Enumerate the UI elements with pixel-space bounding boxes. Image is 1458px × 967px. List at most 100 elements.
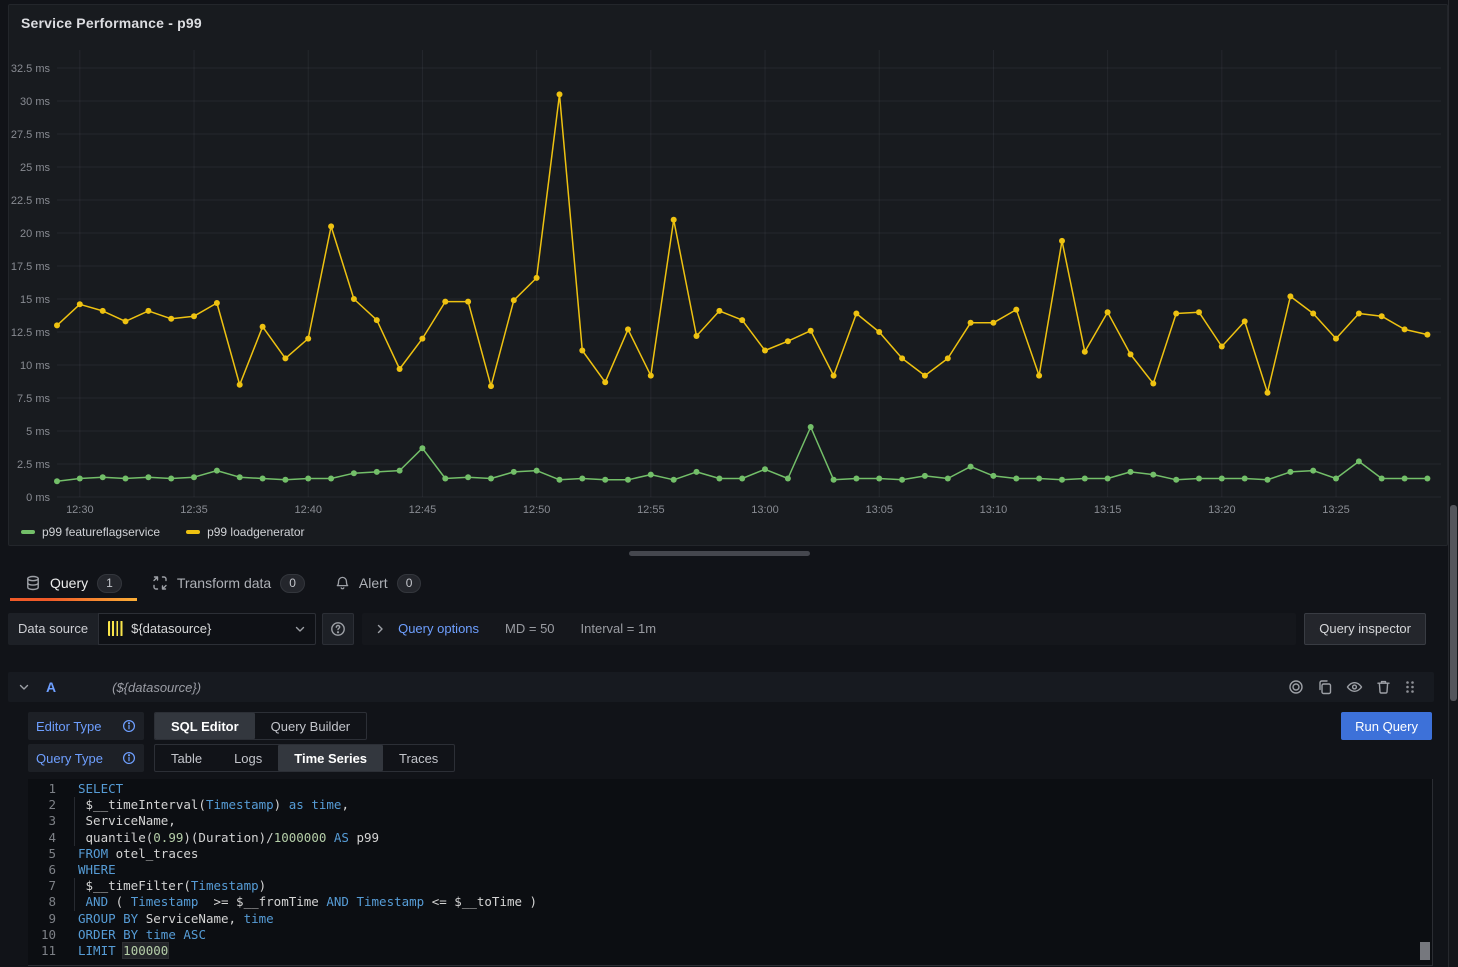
- datasource-value: ${datasource}: [131, 621, 286, 636]
- line-number: 11: [28, 943, 56, 959]
- editor-type-query-builder[interactable]: Query Builder: [255, 713, 366, 739]
- panel-resize-handle[interactable]: [629, 551, 810, 556]
- svg-text:12:50: 12:50: [523, 504, 551, 516]
- query-datasource-hint: (${datasource}): [112, 680, 201, 695]
- page-scrollbar[interactable]: [1448, 0, 1458, 967]
- line-number: 10: [28, 927, 56, 943]
- editor-type-label-chip: Editor Type: [28, 712, 144, 740]
- query-options-toggle[interactable]: Query options: [398, 621, 479, 636]
- svg-text:13:00: 13:00: [751, 504, 779, 516]
- datasource-picker[interactable]: ${datasource}: [98, 613, 316, 645]
- panel-header[interactable]: Service Performance - p99: [9, 5, 1447, 41]
- line-number: 4: [28, 830, 56, 846]
- grafana-panel-edit-page: Service Performance - p99 0 ms2.5 ms5 ms…: [0, 0, 1458, 967]
- code-line: 2 $__timeInterval(Timestamp) as time,: [28, 797, 1432, 813]
- svg-text:2.5 ms: 2.5 ms: [17, 459, 51, 471]
- chart-legend: p99 featureflagservice p99 loadgenerator: [21, 521, 305, 543]
- query-stats-icon[interactable]: [1288, 679, 1304, 695]
- code-line: 10ORDER BY time ASC: [28, 927, 1432, 943]
- query-options-bar[interactable]: Query options MD = 50 Interval = 1m: [362, 613, 1296, 645]
- query-type-traces[interactable]: Traces: [383, 745, 454, 771]
- tab-label: Transform data: [177, 575, 271, 591]
- tab-alert[interactable]: Alert 0: [320, 565, 436, 601]
- query-type-group: Table Logs Time Series Traces: [154, 744, 455, 772]
- tab-query[interactable]: Query 1: [10, 565, 137, 601]
- query-ref-id: A: [46, 679, 56, 695]
- code-line-text: WHERE: [56, 862, 116, 878]
- svg-text:13:20: 13:20: [1208, 504, 1236, 516]
- svg-text:20 ms: 20 ms: [20, 228, 50, 240]
- tab-label: Query: [50, 575, 88, 591]
- query-editor-card: A (${datasource}): [8, 672, 1434, 966]
- code-line-text: quantile(0.99)(Duration)/1000000 AS p99: [56, 830, 379, 846]
- page-scrollbar-thumb[interactable]: [1450, 505, 1457, 701]
- info-icon[interactable]: [122, 719, 136, 733]
- query-type-row: Query Type Table Logs Time Series Traces: [28, 744, 1434, 772]
- line-number: 6: [28, 862, 56, 878]
- editor-type-sql-editor[interactable]: SQL Editor: [155, 713, 255, 739]
- svg-text:7.5 ms: 7.5 ms: [17, 393, 51, 405]
- code-line-text: AND ( Timestamp >= $__fromTime AND Times…: [56, 894, 537, 910]
- svg-text:27.5 ms: 27.5 ms: [11, 129, 51, 141]
- duplicate-query-icon[interactable]: [1317, 679, 1333, 695]
- query-inspector-button[interactable]: Query inspector: [1304, 613, 1426, 645]
- code-line-text: $__timeFilter(Timestamp): [56, 878, 266, 894]
- svg-text:13:25: 13:25: [1322, 504, 1350, 516]
- svg-text:10 ms: 10 ms: [20, 360, 50, 372]
- query-type-table[interactable]: Table: [155, 745, 218, 771]
- code-line-text: GROUP BY ServiceName, time: [56, 911, 274, 927]
- code-line-text: ORDER BY time ASC: [56, 927, 206, 943]
- legend-color-swatch: [186, 530, 200, 534]
- datasource-label: Data source: [8, 613, 98, 645]
- run-query-button[interactable]: Run Query: [1341, 712, 1432, 740]
- svg-text:12:45: 12:45: [409, 504, 437, 516]
- code-line: 9GROUP BY ServiceName, time: [28, 911, 1432, 927]
- legend-item-loadgenerator[interactable]: p99 loadgenerator: [186, 525, 304, 539]
- editor-scrollbar[interactable]: [1419, 779, 1432, 965]
- code-line-text: ServiceName,: [56, 813, 176, 829]
- max-data-points-value: MD = 50: [505, 621, 555, 636]
- svg-text:13:15: 13:15: [1094, 504, 1122, 516]
- legend-label: p99 loadgenerator: [207, 525, 304, 539]
- transform-count-badge: 0: [280, 574, 305, 593]
- legend-item-featureflagservice[interactable]: p99 featureflagservice: [21, 525, 160, 539]
- tab-label: Alert: [359, 575, 388, 591]
- clickhouse-datasource-icon: [108, 621, 123, 636]
- line-number: 2: [28, 797, 56, 813]
- panel-title: Service Performance - p99: [21, 15, 202, 31]
- query-type-logs[interactable]: Logs: [218, 745, 278, 771]
- svg-text:13:10: 13:10: [980, 504, 1008, 516]
- transform-icon: [152, 575, 168, 591]
- code-line-text: LIMIT 100000: [56, 943, 168, 959]
- question-circle-icon: [330, 621, 346, 637]
- hide-query-icon[interactable]: [1346, 679, 1363, 695]
- timeseries-chart[interactable]: 0 ms2.5 ms5 ms7.5 ms10 ms12.5 ms15 ms17.…: [9, 42, 1447, 518]
- query-editor-body: Editor Type SQL Editor Query Builder Run…: [8, 702, 1434, 966]
- code-line: 8 AND ( Timestamp >= $__fromTime AND Tim…: [28, 894, 1432, 910]
- line-number: 9: [28, 911, 56, 927]
- svg-text:30 ms: 30 ms: [20, 96, 50, 108]
- query-type-time-series[interactable]: Time Series: [278, 745, 383, 771]
- svg-text:15 ms: 15 ms: [20, 294, 50, 306]
- query-row-actions: [1288, 679, 1424, 695]
- code-line: 6WHERE: [28, 862, 1432, 878]
- drag-handle-icon[interactable]: [1404, 679, 1416, 695]
- tab-transform-data[interactable]: Transform data 0: [137, 565, 320, 601]
- line-number: 7: [28, 878, 56, 894]
- sql-code-editor[interactable]: 1SELECT2 $__timeInterval(Timestamp) as t…: [28, 779, 1433, 966]
- svg-text:5 ms: 5 ms: [26, 426, 50, 438]
- datasource-help-button[interactable]: [322, 613, 354, 645]
- info-icon[interactable]: [122, 751, 136, 765]
- code-line-text: SELECT: [56, 781, 123, 797]
- datasource-toolbar: Data source ${datasource} Query options …: [8, 612, 1448, 645]
- chevron-right-icon: [374, 623, 386, 635]
- code-line: 11LIMIT 100000: [28, 943, 1432, 959]
- collapse-chevron-icon[interactable]: [18, 681, 30, 693]
- editor-scrollbar-thumb[interactable]: [1420, 942, 1430, 960]
- delete-query-icon[interactable]: [1376, 679, 1391, 695]
- query-row-header[interactable]: A (${datasource}): [8, 672, 1434, 702]
- svg-text:12:55: 12:55: [637, 504, 665, 516]
- interval-value: Interval = 1m: [581, 621, 657, 636]
- code-line: 4 quantile(0.99)(Duration)/1000000 AS p9…: [28, 830, 1432, 846]
- svg-text:12.5 ms: 12.5 ms: [11, 327, 51, 339]
